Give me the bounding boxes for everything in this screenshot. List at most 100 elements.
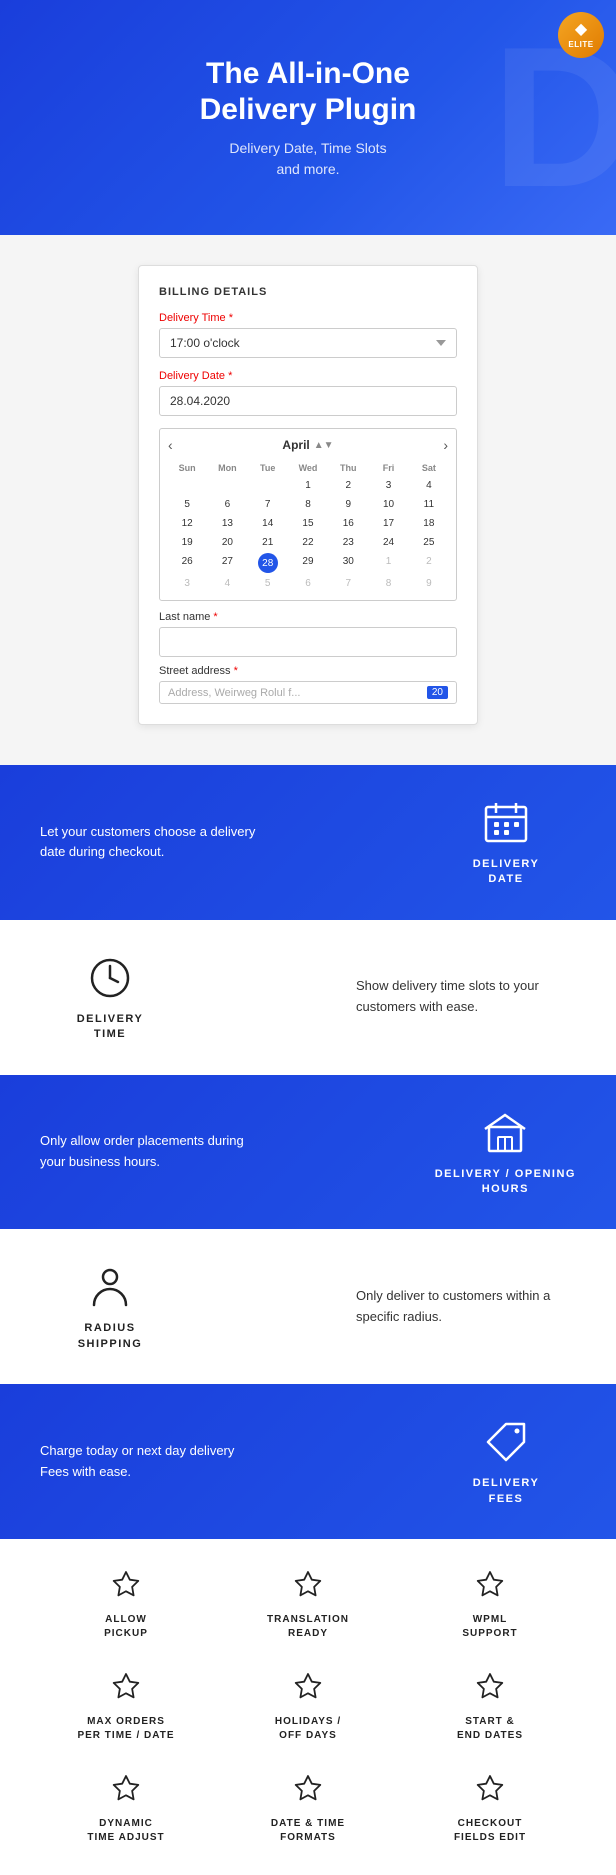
start-end-dates-label: START &END DATES bbox=[457, 1715, 523, 1743]
calendar-grid: Sun Mon Tue Wed Thu Fri Sat 1 2 3 4 5 6 … bbox=[168, 461, 448, 592]
table-row[interactable]: 8 bbox=[369, 575, 407, 592]
calendar-next[interactable]: › bbox=[443, 437, 448, 453]
calendar-prev[interactable]: ‹ bbox=[168, 437, 173, 453]
table-row[interactable]: 17 bbox=[369, 515, 407, 532]
dynamic-time-label: DYNAMICTIME ADJUST bbox=[87, 1817, 164, 1845]
feature-translation-ready: TRANSLATIONREADY bbox=[222, 1569, 394, 1641]
checkout-section: BILLING DETAILS Delivery Time * 17:00 o'… bbox=[0, 235, 616, 765]
feature-holidays: HOLIDAYS /OFF DAYS bbox=[222, 1671, 394, 1743]
feature-wpml-support: WPMLSUPPORT bbox=[404, 1569, 576, 1641]
holidays-label: HOLIDAYS /OFF DAYS bbox=[275, 1715, 341, 1743]
hero-title: The All-in-One Delivery Plugin bbox=[200, 56, 417, 128]
feature-radius-shipping: RADIUSSHIPPING Only deliver to customers… bbox=[0, 1229, 616, 1384]
table-row[interactable]: 24 bbox=[369, 534, 407, 551]
table-row[interactable]: 4 bbox=[410, 477, 448, 494]
star-icon-start-end-dates bbox=[472, 1671, 508, 1707]
table-row[interactable]: 9 bbox=[410, 575, 448, 592]
table-row[interactable]: 29 bbox=[289, 553, 327, 573]
billing-details-title: BILLING DETAILS bbox=[159, 286, 457, 298]
table-row[interactable]: 10 bbox=[369, 496, 407, 513]
table-row[interactable]: 6 bbox=[208, 496, 246, 513]
table-row[interactable]: 2 bbox=[329, 477, 367, 494]
calendar-selected-day[interactable]: 28 bbox=[258, 553, 278, 573]
table-row[interactable]: 26 bbox=[168, 553, 206, 573]
table-row[interactable]: 15 bbox=[289, 515, 327, 532]
checkout-fields-label: CHECKOUTFIELDS EDIT bbox=[454, 1817, 526, 1845]
table-row[interactable]: 21 bbox=[249, 534, 287, 551]
table-row[interactable]: 7 bbox=[249, 496, 287, 513]
table-row[interactable]: 23 bbox=[329, 534, 367, 551]
cal-header-mon: Mon bbox=[208, 461, 246, 475]
clock-icon bbox=[84, 952, 136, 1004]
last-name-group: Last name * bbox=[159, 611, 457, 657]
name-row: Last name * bbox=[159, 611, 457, 657]
calendar-header: ‹ April ▲▼ › bbox=[168, 437, 448, 453]
table-row[interactable] bbox=[249, 477, 287, 494]
delivery-date-label: DELIVERYDATE bbox=[473, 857, 540, 888]
table-row[interactable]: 12 bbox=[168, 515, 206, 532]
elite-star-icon: ◆ bbox=[575, 22, 587, 38]
feature-opening-hours: Only allow order placements during your … bbox=[0, 1075, 616, 1230]
building-icon bbox=[479, 1107, 531, 1159]
table-row[interactable] bbox=[208, 477, 246, 494]
table-row[interactable]: 11 bbox=[410, 496, 448, 513]
date-calendar: ‹ April ▲▼ › Sun Mon Tue Wed Thu Fri Sat bbox=[159, 428, 457, 601]
cal-header-sun: Sun bbox=[168, 461, 206, 475]
table-row[interactable]: 8 bbox=[289, 496, 327, 513]
tag-icon bbox=[480, 1416, 532, 1468]
table-row[interactable]: 3 bbox=[168, 575, 206, 592]
table-row[interactable]: 5 bbox=[249, 575, 287, 592]
table-row[interactable]: 4 bbox=[208, 575, 246, 592]
table-row[interactable] bbox=[168, 477, 206, 494]
date-time-formats-label: DATE & TIMEFORMATS bbox=[271, 1817, 345, 1845]
star-icon-allow-pickup bbox=[108, 1569, 144, 1605]
hero-subtitle: Delivery Date, Time Slots and more. bbox=[229, 138, 386, 180]
table-row[interactable]: 5 bbox=[168, 496, 206, 513]
delivery-time-block: DELIVERYTIME bbox=[40, 952, 180, 1043]
last-name-label: Last name * bbox=[159, 611, 457, 623]
table-row[interactable]: 6 bbox=[289, 575, 327, 592]
table-row[interactable]: 1 bbox=[369, 553, 407, 573]
delivery-date-text: Let your customers choose a delivery dat… bbox=[40, 822, 260, 864]
max-orders-label: MAX ORDERSPER TIME / DATE bbox=[77, 1715, 174, 1743]
table-row[interactable]: 3 bbox=[369, 477, 407, 494]
star-icon-wpml-support bbox=[472, 1569, 508, 1605]
radius-shipping-label: RADIUSSHIPPING bbox=[78, 1321, 143, 1352]
table-row[interactable]: 9 bbox=[329, 496, 367, 513]
star-icon-translation-ready bbox=[290, 1569, 326, 1605]
table-row[interactable]: 20 bbox=[208, 534, 246, 551]
feature-start-end-dates: START &END DATES bbox=[404, 1671, 576, 1743]
star-features-grid: ALLOWPICKUP TRANSLATIONREADY WPMLSUPPORT… bbox=[0, 1539, 616, 1875]
table-row[interactable]: 16 bbox=[329, 515, 367, 532]
calendar-month-year: April ▲▼ bbox=[282, 438, 333, 452]
delivery-date-block: DELIVERYDATE bbox=[436, 797, 576, 888]
table-row[interactable]: 25 bbox=[410, 534, 448, 551]
feature-dynamic-time-adjust: DYNAMICTIME ADJUST bbox=[40, 1773, 212, 1845]
feature-max-orders: MAX ORDERSPER TIME / DATE bbox=[40, 1671, 212, 1743]
star-icon-holidays bbox=[290, 1671, 326, 1707]
table-row[interactable]: 30 bbox=[329, 553, 367, 573]
delivery-date-group: Delivery Date * bbox=[159, 370, 457, 416]
table-row[interactable]: 1 bbox=[289, 477, 327, 494]
table-row[interactable]: 22 bbox=[289, 534, 327, 551]
delivery-fees-label: DELIVERYFEES bbox=[473, 1476, 540, 1507]
delivery-date-input[interactable] bbox=[159, 386, 457, 416]
table-row[interactable]: 27 bbox=[208, 553, 246, 573]
feature-allow-pickup: ALLOWPICKUP bbox=[40, 1569, 212, 1641]
table-row[interactable]: 19 bbox=[168, 534, 206, 551]
radius-shipping-block: RADIUSSHIPPING bbox=[40, 1261, 180, 1352]
cal-header-fri: Fri bbox=[369, 461, 407, 475]
table-row[interactable]: 7 bbox=[329, 575, 367, 592]
opening-hours-text: Only allow order placements during your … bbox=[40, 1131, 260, 1173]
opening-hours-block: DELIVERY / OPENINGHOURS bbox=[435, 1107, 576, 1198]
table-row[interactable]: 2 bbox=[410, 553, 448, 573]
delivery-fees-text: Charge today or next day delivery Fees w… bbox=[40, 1441, 260, 1483]
table-row[interactable]: 14 bbox=[249, 515, 287, 532]
elite-badge-label: ELITE bbox=[568, 40, 593, 49]
table-row[interactable]: 18 bbox=[410, 515, 448, 532]
star-icon-dynamic-time bbox=[108, 1773, 144, 1809]
last-name-input[interactable] bbox=[159, 627, 457, 657]
table-row[interactable]: 13 bbox=[208, 515, 246, 532]
delivery-time-select[interactable]: 17:00 o'clock bbox=[159, 328, 457, 358]
feature-date-time-formats: DATE & TIMEFORMATS bbox=[222, 1773, 394, 1845]
